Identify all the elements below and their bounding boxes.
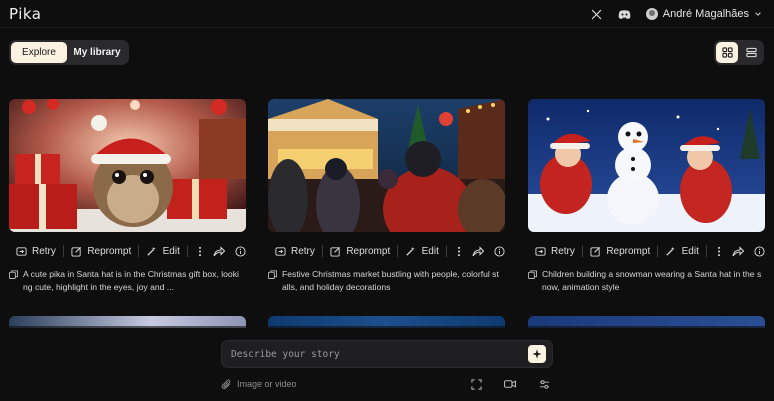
- more-options-icon[interactable]: [716, 244, 722, 258]
- layout-toggle: [714, 40, 764, 65]
- share-icon[interactable]: [732, 244, 744, 258]
- view-tabs: Explore My library: [9, 40, 129, 65]
- edit-prompt-icon: [329, 245, 341, 257]
- grid-icon: [721, 47, 733, 58]
- reprompt-button[interactable]: Reprompt: [322, 242, 397, 260]
- magic-wand-icon: [665, 245, 677, 257]
- top-bar: Pika André Magalhães: [0, 0, 774, 28]
- retry-icon: [534, 245, 546, 257]
- retry-button[interactable]: Retry: [268, 242, 322, 260]
- video-camera-icon[interactable]: [504, 378, 516, 390]
- edit-button[interactable]: Edit: [398, 242, 446, 260]
- card-prompt: Children building a snowman wearing a Sa…: [528, 268, 765, 293]
- info-icon[interactable]: [754, 244, 765, 258]
- info-icon[interactable]: [494, 244, 505, 258]
- card-actions: Retry Reprompt Edit: [268, 242, 505, 260]
- edit-button[interactable]: Edit: [139, 242, 187, 260]
- grid-view-button[interactable]: [716, 42, 738, 63]
- user-name: André Magalhães: [662, 8, 749, 20]
- user-menu[interactable]: André Magalhães: [645, 8, 762, 20]
- edit-prompt-icon: [70, 245, 82, 257]
- paperclip-icon: [221, 379, 231, 389]
- more-options-icon[interactable]: [456, 244, 462, 258]
- edit-prompt-icon: [589, 245, 601, 257]
- card-prompt: A cute pika in Santa hat is in the Chris…: [9, 268, 246, 293]
- retry-button[interactable]: Retry: [9, 242, 63, 260]
- copy-icon[interactable]: [9, 270, 18, 293]
- app-logo[interactable]: Pika: [9, 5, 42, 23]
- share-icon[interactable]: [213, 244, 225, 258]
- card-actions: Retry Reprompt Edit: [9, 242, 246, 260]
- video-card[interactable]: Retry Reprompt Edit A cute pika in Santa…: [9, 99, 246, 293]
- settings-sliders-icon[interactable]: [538, 378, 550, 390]
- tab-explore[interactable]: Explore: [11, 42, 67, 63]
- video-card[interactable]: Retry Reprompt Edit Children building a …: [528, 99, 765, 293]
- video-thumbnail-snowman[interactable]: [528, 99, 765, 232]
- edit-button[interactable]: Edit: [658, 242, 706, 260]
- more-options-icon[interactable]: [197, 244, 203, 258]
- generate-button[interactable]: [528, 345, 546, 363]
- video-thumbnail-pika[interactable]: [9, 99, 246, 232]
- retry-icon: [15, 245, 27, 257]
- discord-icon[interactable]: [618, 7, 632, 21]
- composer-tools: [470, 377, 550, 391]
- prompt-composer: [221, 340, 553, 368]
- info-icon[interactable]: [235, 244, 246, 258]
- list-view-button[interactable]: [740, 42, 762, 63]
- retry-icon: [274, 245, 286, 257]
- card-actions: Retry Reprompt Edit: [528, 242, 765, 260]
- prompt-text: Children building a snowman wearing a Sa…: [542, 269, 762, 292]
- aspect-ratio-icon[interactable]: [470, 378, 482, 390]
- x-twitter-icon[interactable]: [590, 7, 604, 21]
- story-prompt-input[interactable]: [231, 348, 528, 360]
- prompt-text: Festive Christmas market bustling with p…: [282, 269, 499, 292]
- magic-wand-icon: [146, 245, 158, 257]
- reprompt-button[interactable]: Reprompt: [63, 242, 138, 260]
- avatar: [645, 8, 658, 20]
- share-icon[interactable]: [472, 244, 484, 258]
- card-prompt: Festive Christmas market bustling with p…: [268, 268, 505, 293]
- list-icon: [745, 47, 757, 58]
- copy-icon[interactable]: [528, 270, 537, 293]
- attach-label: Image or video: [237, 379, 297, 389]
- copy-icon[interactable]: [268, 270, 277, 293]
- attach-media-button[interactable]: Image or video: [221, 377, 297, 391]
- tab-my-library[interactable]: My library: [67, 42, 127, 63]
- video-thumbnail-christmas-market[interactable]: [268, 99, 505, 232]
- reprompt-button[interactable]: Reprompt: [582, 242, 657, 260]
- retry-button[interactable]: Retry: [528, 242, 582, 260]
- video-card[interactable]: Retry Reprompt Edit Festive Christmas ma…: [268, 99, 505, 293]
- top-right-controls: André Magalhães: [590, 0, 762, 28]
- chevron-down-icon: [755, 12, 761, 16]
- prompt-text: A cute pika in Santa hat is in the Chris…: [23, 269, 239, 292]
- magic-wand-icon: [405, 245, 417, 257]
- sparkle-icon: [532, 349, 542, 359]
